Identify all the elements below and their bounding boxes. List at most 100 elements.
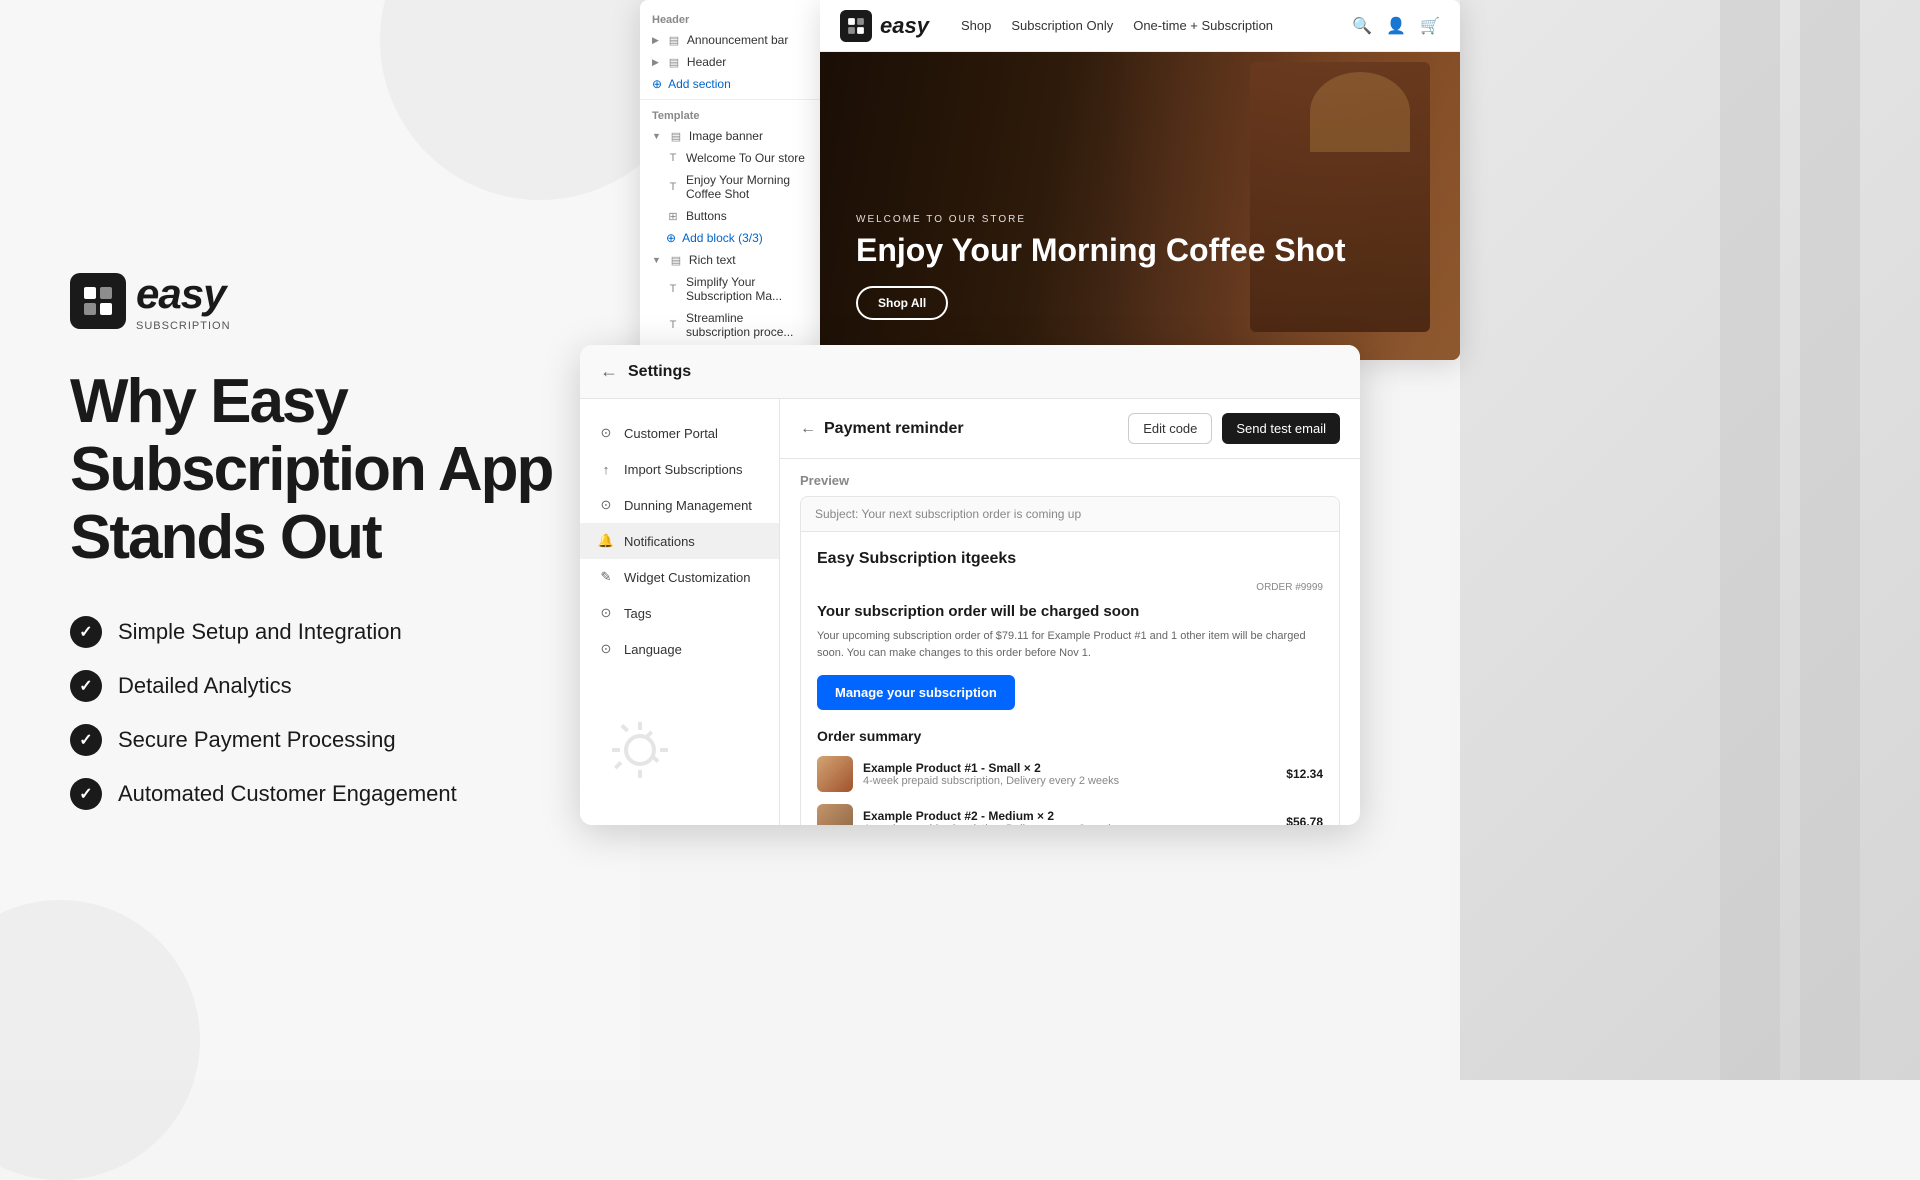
te-welcome[interactable]: T Welcome To Our store: [640, 147, 820, 169]
settings-sidebar: ⊙ Customer Portal ↑ Import Subscriptions…: [580, 399, 780, 825]
widget-customization-icon: ✎: [598, 569, 614, 585]
product-row-2: Example Product #2 - Medium × 2 4-week p…: [817, 804, 1323, 825]
feature-list: Simple Setup and Integration Detailed An…: [70, 616, 570, 810]
product-1-sub: 4-week prepaid subscription, Delivery ev…: [863, 775, 1276, 787]
streamline-label: Streamline subscription proce...: [686, 311, 808, 339]
te-simplify[interactable]: T Simplify Your Subscription Ma...: [640, 271, 820, 307]
send-test-email-button[interactable]: Send test email: [1222, 413, 1340, 444]
welcome-text-icon: T: [666, 151, 680, 165]
nav-notifications[interactable]: 🔔 Notifications: [580, 523, 779, 559]
settings-body: ⊙ Customer Portal ↑ Import Subscriptions…: [580, 399, 1360, 825]
nav-one-time[interactable]: One-time + Subscription: [1133, 18, 1273, 33]
te-announcement-bar[interactable]: ▶ ▤ Announcement bar: [640, 29, 820, 51]
gear-decoration: [600, 710, 680, 795]
tags-label: Tags: [624, 606, 651, 621]
product-1-info: Example Product #1 - Small × 2 4-week pr…: [863, 761, 1276, 787]
add-section-btn[interactable]: ⊕ Add section: [640, 73, 820, 95]
preview-section-label: Preview: [780, 459, 1360, 496]
te-enjoy-coffee[interactable]: T Enjoy Your Morning Coffee Shot: [640, 169, 820, 205]
order-summary-title: Order summary: [817, 728, 1323, 744]
welcome-label: Welcome To Our store: [686, 151, 805, 165]
edit-code-button[interactable]: Edit code: [1128, 413, 1212, 444]
hero-welcome-text: WELCOME TO OUR STORE: [856, 214, 1345, 225]
buttons-label: Buttons: [686, 209, 727, 223]
te-streamline[interactable]: T Streamline subscription proce...: [640, 307, 820, 343]
add-block-label: Add block (3/3): [682, 231, 763, 245]
deco-stripe-1: [1800, 0, 1860, 1080]
feature-item-2: Detailed Analytics: [70, 670, 570, 702]
header-expand-icon: ▶: [652, 57, 659, 68]
notifications-icon: 🔔: [598, 533, 614, 549]
add-block-plus-icon: ⊕: [666, 231, 676, 245]
rich-text-expand-icon: ▼: [652, 255, 661, 265]
email-body: Easy Subscription itgeeks ORDER #9999 Yo…: [801, 532, 1339, 825]
image-banner-label: Image banner: [689, 129, 763, 143]
feature-item-3: Secure Payment Processing: [70, 724, 570, 756]
notifications-label: Notifications: [624, 534, 695, 549]
nav-shop[interactable]: Shop: [961, 18, 991, 33]
te-buttons[interactable]: ⊞ Buttons: [640, 205, 820, 227]
rich-text-icon: ▤: [669, 253, 683, 267]
shopify-navbar: easy Shop Subscription Only One-time + S…: [820, 0, 1460, 52]
te-image-banner[interactable]: ▼ ▤ Image banner: [640, 125, 820, 147]
right-decorative-area: [1460, 0, 1920, 1080]
settings-panel: ← Settings ⊙ Customer Portal ↑ Import Su…: [580, 345, 1360, 825]
add-section-plus-icon: ⊕: [652, 77, 662, 91]
search-icon[interactable]: 🔍: [1352, 16, 1372, 36]
feature-text-4: Automated Customer Engagement: [118, 781, 457, 807]
nav-tags[interactable]: ⊙ Tags: [580, 595, 779, 631]
add-block-btn[interactable]: ⊕ Add block (3/3): [640, 227, 820, 249]
product-2-sub: 4-week prepaid subscription, Delivery ev…: [863, 823, 1276, 825]
tags-icon: ⊙: [598, 605, 614, 621]
main-headline: Why Easy Subscription App Stands Out: [70, 368, 570, 573]
check-icon-2: [70, 670, 102, 702]
email-charge-title: Your subscription order will be charged …: [817, 603, 1323, 620]
feature-text-3: Secure Payment Processing: [118, 727, 396, 753]
te-rich-text[interactable]: ▼ ▤ Rich text: [640, 249, 820, 271]
nav-dunning-management[interactable]: ⊙ Dunning Management: [580, 487, 779, 523]
hero-title: Enjoy Your Morning Coffee Shot: [856, 233, 1345, 268]
simplify-label: Simplify Your Subscription Ma...: [686, 275, 808, 303]
nav-customer-portal[interactable]: ⊙ Customer Portal: [580, 415, 779, 451]
widget-customization-label: Widget Customization: [624, 570, 750, 585]
cart-icon[interactable]: 🛒: [1420, 16, 1440, 36]
nav-language[interactable]: ⊙ Language: [580, 631, 779, 667]
payment-reminder-title: Payment reminder: [824, 420, 964, 438]
left-panel: easy SUBSCRIPTION Why Easy Subscription …: [0, 0, 640, 1080]
shopify-nav-icons: 🔍 👤 🛒: [1352, 16, 1440, 36]
logo-area: easy SUBSCRIPTION: [70, 270, 570, 332]
feature-text-2: Detailed Analytics: [118, 673, 292, 699]
dunning-management-icon: ⊙: [598, 497, 614, 513]
settings-back-button[interactable]: ←: [600, 361, 618, 382]
image-banner-expand-icon: ▼: [652, 131, 661, 141]
shopify-preview-panel: easy Shop Subscription Only One-time + S…: [820, 0, 1460, 360]
simplify-icon: T: [666, 282, 680, 296]
manage-subscription-button[interactable]: Manage your subscription: [817, 675, 1015, 710]
hero-cta-button[interactable]: Shop All: [856, 286, 948, 320]
email-subject: Subject: Your next subscription order is…: [801, 497, 1339, 532]
back-arrow-icon[interactable]: ←: [800, 420, 816, 438]
announcement-bar-icon: ▤: [667, 33, 681, 47]
streamline-icon: T: [666, 318, 680, 332]
te-header[interactable]: ▶ ▤ Header: [640, 51, 820, 73]
brand-name: easy: [136, 270, 231, 318]
te-divider-1: [640, 99, 820, 100]
nav-widget-customization[interactable]: ✎ Widget Customization: [580, 559, 779, 595]
expand-icon: ▶: [652, 35, 659, 46]
email-charge-desc: Your upcoming subscription order of $79.…: [817, 628, 1323, 661]
nav-subscription-only[interactable]: Subscription Only: [1011, 18, 1113, 33]
logo-icon: [70, 273, 126, 329]
feature-text-1: Simple Setup and Integration: [118, 619, 402, 645]
nav-import-subscriptions[interactable]: ↑ Import Subscriptions: [580, 451, 779, 487]
check-icon-4: [70, 778, 102, 810]
enjoy-coffee-label: Enjoy Your Morning Coffee Shot: [686, 173, 808, 201]
hero-content: WELCOME TO OUR STORE Enjoy Your Morning …: [856, 214, 1345, 320]
image-banner-icon: ▤: [669, 129, 683, 143]
theme-editor-panel: Header ▶ ▤ Announcement bar ▶ ▤ Header ⊕…: [640, 0, 820, 370]
product-2-info: Example Product #2 - Medium × 2 4-week p…: [863, 809, 1276, 825]
product-1-price: $12.34: [1286, 767, 1323, 781]
language-icon: ⊙: [598, 641, 614, 657]
settings-title: Settings: [628, 363, 691, 381]
user-icon[interactable]: 👤: [1386, 16, 1406, 36]
import-subscriptions-label: Import Subscriptions: [624, 462, 743, 477]
